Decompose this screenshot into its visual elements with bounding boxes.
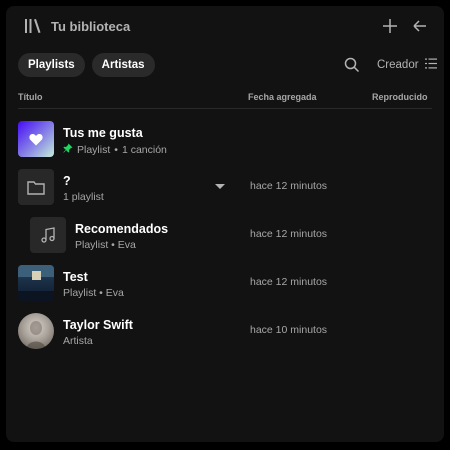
column-title[interactable]: Título (18, 92, 43, 102)
item-subtitle: Artista (63, 335, 93, 347)
chip-artists[interactable]: Artistas (91, 53, 155, 77)
column-date-added[interactable]: Fecha agregada (248, 92, 317, 102)
list-item-liked-songs[interactable]: Tus me gusta Playlist • 1 canción (6, 117, 444, 161)
plus-icon[interactable] (380, 16, 400, 36)
column-played[interactable]: Reproducido (372, 92, 428, 102)
pin-icon (63, 143, 73, 156)
subtitle-separator: • (114, 143, 118, 156)
library-icon[interactable] (24, 17, 42, 35)
item-date-added: hace 12 minutos (250, 228, 328, 240)
list-view-icon (424, 58, 437, 72)
item-subtitle: Playlist • Eva (75, 239, 136, 251)
item-date-added: hace 10 minutos (250, 324, 328, 336)
library-header: Tu biblioteca (6, 6, 444, 46)
list-item-recommended[interactable]: Recomendados Playlist • Eva hace 12 minu… (6, 213, 444, 257)
item-subtitle: Playlist • 1 canción (63, 143, 167, 156)
item-count: 1 canción (121, 143, 167, 156)
filter-chips: Playlists Artistas (18, 53, 155, 77)
item-date-added: hace 12 minutos (250, 180, 328, 192)
chevron-down-icon[interactable] (215, 184, 225, 189)
list-item-folder[interactable]: ? 1 playlist hace 12 minutos (6, 165, 444, 209)
library-panel: Tu biblioteca Playlists Artistas Creador (6, 6, 444, 442)
item-subtitle: 1 playlist (63, 191, 104, 203)
library-title[interactable]: Tu biblioteca (51, 19, 130, 34)
item-title: Tus me gusta (63, 126, 143, 140)
item-title: Test (63, 270, 88, 284)
sort-button[interactable]: Creador (377, 58, 437, 72)
list-item-test[interactable]: Test Playlist • Eva hace 12 minutos (6, 261, 444, 305)
folder-icon (18, 169, 54, 205)
item-title: Taylor Swift (63, 318, 133, 332)
chip-playlists[interactable]: Playlists (18, 53, 85, 77)
music-note-icon (30, 217, 66, 253)
artist-photo (18, 313, 54, 349)
item-subtitle: Playlist • Eva (63, 287, 124, 299)
arrow-left-icon[interactable] (410, 16, 430, 36)
cover-art (18, 265, 54, 301)
heart-icon (18, 121, 54, 157)
search-icon[interactable] (344, 57, 360, 73)
list-item-taylor-swift[interactable]: Taylor Swift Artista hace 10 minutos (6, 309, 444, 353)
item-date-added: hace 12 minutos (250, 276, 328, 288)
header-divider (18, 108, 432, 109)
item-type: Playlist (77, 143, 111, 156)
item-title: Recomendados (75, 222, 169, 236)
sort-label: Creador (377, 59, 419, 71)
item-title: ? (63, 174, 71, 188)
